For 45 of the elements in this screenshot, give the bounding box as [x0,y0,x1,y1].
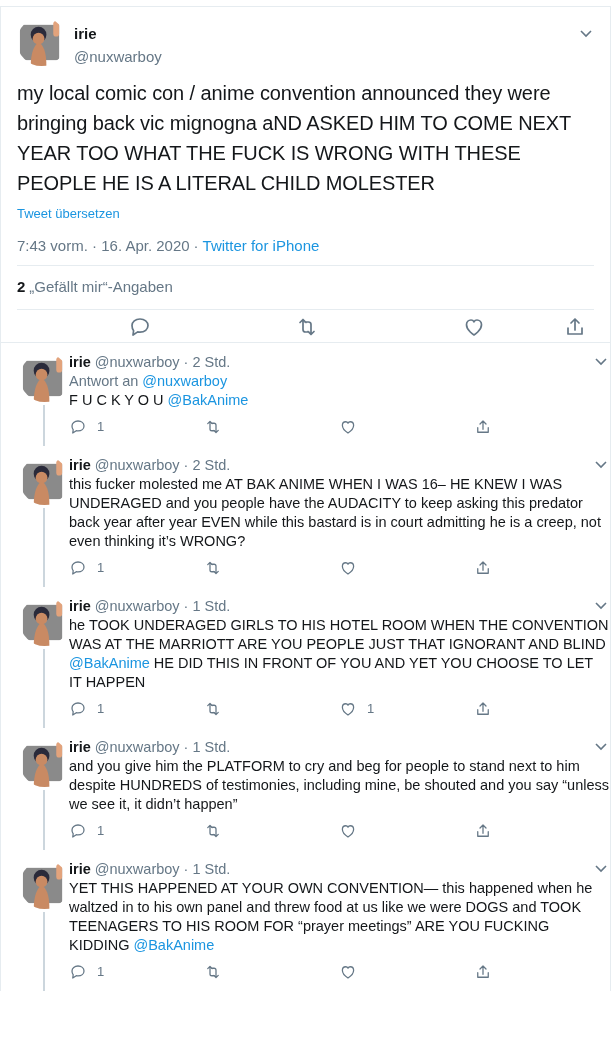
user-handle[interactable]: @nuxwarboy [74,45,578,68]
tweet-age: · 2 Std. [183,352,231,372]
user-handle[interactable]: @nuxwarboy [94,352,180,372]
user-name[interactable]: irie [69,859,91,879]
mention-link[interactable]: @BakAnime [69,654,150,671]
tweet-text: YET THIS HAPPENED AT YOUR OWN CONVENTION— this happened when he waltzed in to his own panel and threw food at us like we were DOGS and TOOK TEENAGERS TO HIS ROOM FOR “prayer meetings” ARE YOU FUCKING KIDDING @BakAnime [69,878,594,955]
translate-link[interactable]: Tweet übersetzen [17,204,120,224]
user-name[interactable]: irie [69,737,91,757]
tweet-timestamp: 7:43 vorm. · 16. Apr. 2020 [17,235,190,256]
user-handle[interactable]: @nuxwarboy [94,455,180,475]
reply-count: 1 [97,963,105,981]
like-count: 1 [367,700,375,718]
tweet-text: F U C K Y O U @BakAnime [69,390,250,410]
reply-icon[interactable] [69,699,87,718]
user-name[interactable]: irie [69,455,91,475]
tweet-age: · 1 Std. [183,859,231,879]
mention-link[interactable]: @nuxwarboy [142,371,228,391]
likes-link[interactable]: „Gefällt mir“-Angaben [29,276,173,299]
mention-link[interactable]: @BakAnime [167,391,249,408]
user-name[interactable]: irie [69,596,91,616]
tweet-text: this fucker molested me AT BAK ANIME WHEN I WAS 16– HE KNEW I WAS UNDERAGED and you people have the AUDACITY to keep asking this predator back year after year EVEN while this bastard is in court admitting he is a creep, not even thinking it’s WRONG? [69,474,602,551]
reply-count: 1 [97,418,105,436]
like-count: 2 [17,277,26,297]
reply-count: 1 [97,559,105,577]
separator-dot: · [193,235,199,256]
source-link[interactable]: Twitter for iPhone [202,234,320,257]
tweet-text: and you give him the PLATFORM to cry and beg for people to stand next to him despite HUNDREDS of testimonies, including mine, be shouted and you say “unless we see it, it didn’t happen” [69,756,609,814]
reply-icon[interactable] [69,821,87,840]
tweet-text: he TOOK UNDERAGED GIRLS TO HIS HOTEL ROOM WHEN THE CONVENTION WAS AT THE MARRIOTT ARE YOU PEOPLE JUST THAT IGNORANT AND BLIND @BakAnime HE DID THIS IN FRONT OF YOU AND YET YOU CHOOSE TO LET IT HAPPEN [69,615,609,692]
reply-icon[interactable] [69,417,87,436]
tweet-age: · 2 Std. [183,455,231,475]
tweet-age: · 1 Std. [183,596,231,616]
tweet-age: · 1 Std. [183,737,231,757]
reply-count: 1 [97,822,105,840]
user-name[interactable]: irie [69,352,91,372]
user-name[interactable]: irie [74,23,578,46]
reply-count: 1 [97,700,105,718]
mention-link[interactable]: @BakAnime [133,936,215,953]
user-handle[interactable]: @nuxwarboy [94,596,180,616]
reply-icon[interactable] [69,558,87,577]
reply-icon[interactable] [69,962,87,981]
user-handle[interactable]: @nuxwarboy [94,859,180,879]
user-handle[interactable]: @nuxwarboy [94,737,180,757]
tweet-text: my local comic con / anime convention announced they were bringing back vic mignogna aND ASKED HIM TO COME NEXT YEAR TOO WHAT THE FUCK IS WRONG WITH THESE PEOPLE HE IS A LITERAL CHILD MOLESTER [17,81,572,196]
reply-label: Antwort an [69,371,139,391]
